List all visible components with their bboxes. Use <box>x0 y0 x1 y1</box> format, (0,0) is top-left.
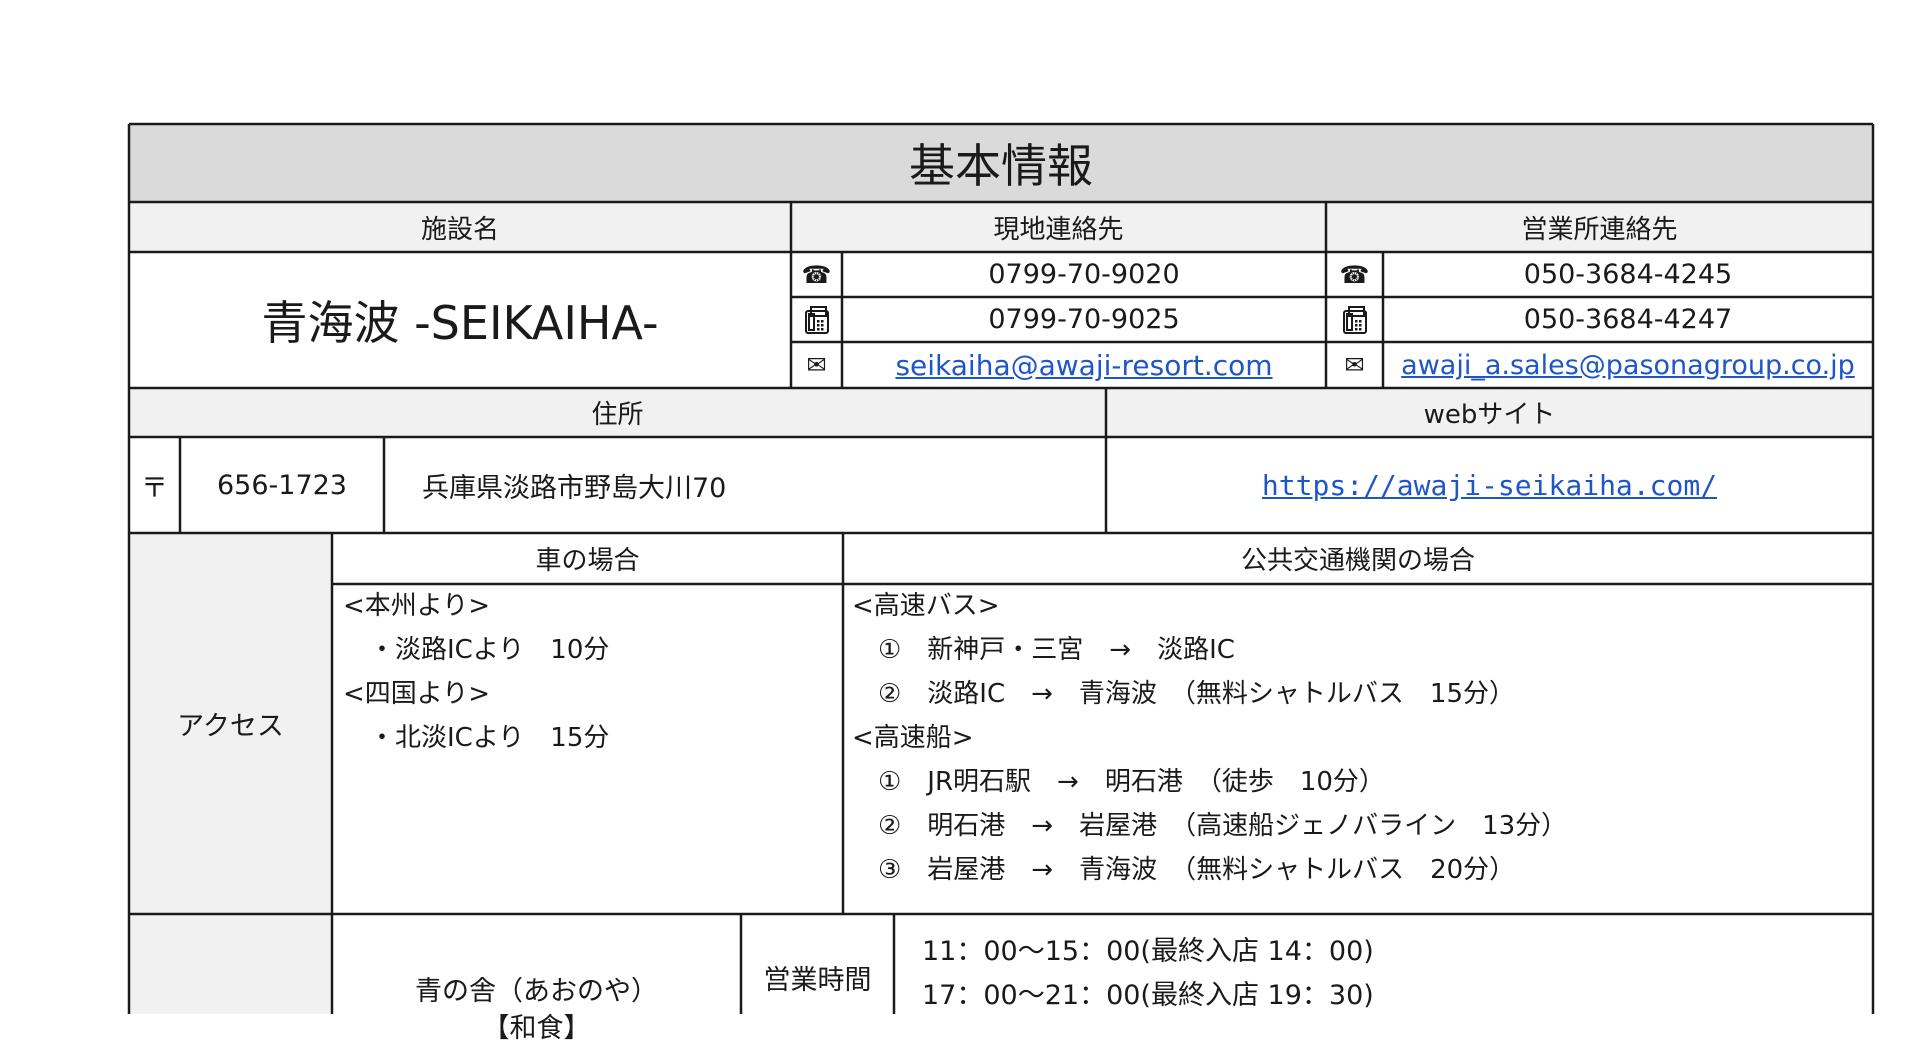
car-directions: <本州より> ・淡路ICより 10分 <四国より> ・北淡ICより 15分 <box>343 584 838 914</box>
hours-line: 17：00〜21：00(最終入店 19：30) <box>922 980 1374 1011</box>
restaurant-cuisine: 【和食】 <box>482 1012 591 1044</box>
local-email-link[interactable]: seikaiha@awaji-resort.com <box>895 349 1272 382</box>
sales-tel: 050-3684-4245 <box>1523 259 1733 290</box>
fax-icon <box>1326 297 1383 342</box>
business-hours-label: 営業時間 <box>763 964 872 996</box>
fax-icon-graphic <box>804 305 829 334</box>
facility-name: 青海波 -SEIKAIHA- <box>261 296 659 350</box>
fax-icon-graphic <box>1342 305 1367 334</box>
public-transport-directions: <高速バス> ① 新神戸・三宮 → 淡路IC ② 淡路IC → 青海波 （無料シ… <box>852 584 1868 914</box>
address-line: 兵庫県淡路市野島大川70 <box>422 472 727 504</box>
postal-code: 656-1723 <box>217 469 347 501</box>
transit-direction-line: ③ 岩屋港 → 青海波 （無料シャトルバス 20分） <box>852 855 1516 885</box>
local-tel: 0799-70-9020 <box>988 259 1180 290</box>
transit-direction-line: <高速バス> <box>852 591 1000 621</box>
by-car-header: 車の場合 <box>535 546 640 576</box>
mail-icon: ✉ <box>806 351 827 379</box>
transit-direction-line: ① JR明石駅 → 明石港 （徒歩 10分） <box>852 767 1385 797</box>
business-hours: 11：00〜15：00(最終入店 14：00) 17：00〜21：00(最終入店… <box>922 930 1862 1014</box>
website-link[interactable]: https://awaji-seikaiha.com/ <box>1262 469 1717 502</box>
address-header: 住所 <box>591 400 644 430</box>
phone-icon: ☎ <box>1339 260 1370 289</box>
local-email-cell: seikaiha@awaji-resort.com <box>842 342 1326 388</box>
fax-icon <box>791 297 842 342</box>
car-direction-line: <本州より> <box>343 591 491 621</box>
website-cell: https://awaji-seikaiha.com/ <box>1106 437 1873 533</box>
facility-name-header: 施設名 <box>420 214 499 245</box>
phone-icon: ☎ <box>801 260 832 289</box>
restaurant-name: 青の舎（あおのや） <box>415 975 658 1007</box>
by-public-transport-header: 公共交通機関の場合 <box>1240 546 1475 576</box>
transit-direction-line: ② 淡路IC → 青海波 （無料シャトルバス 15分） <box>852 679 1516 709</box>
restaurant-side-cell <box>129 914 332 1014</box>
sales-contact-header: 営業所連絡先 <box>1521 214 1678 245</box>
sales-fax: 050-3684-4247 <box>1523 304 1733 335</box>
transit-direction-line: ① 新神戸・三宮 → 淡路IC <box>852 635 1235 665</box>
postal-mark-icon: 〒 <box>141 472 168 504</box>
local-contact-header: 現地連絡先 <box>993 214 1124 245</box>
mail-icon: ✉ <box>1344 351 1365 379</box>
transit-direction-line: ② 明石港 → 岩屋港 （高速船ジェノバライン 13分） <box>852 811 1568 841</box>
website-header: webサイト <box>1423 400 1556 430</box>
sales-email-cell: awaji_a.sales@pasonagroup.co.jp <box>1383 342 1873 388</box>
local-fax: 0799-70-9025 <box>988 304 1180 335</box>
sales-email-link[interactable]: awaji_a.sales@pasonagroup.co.jp <box>1401 350 1855 381</box>
car-direction-line: ・北淡ICより 15分 <box>343 723 610 753</box>
access-label: アクセス <box>177 711 284 742</box>
hours-line: 11：00〜15：00(最終入店 14：00) <box>922 936 1374 967</box>
page-title: 基本情報 <box>909 139 1093 193</box>
car-direction-line: <四国より> <box>343 679 491 709</box>
transit-direction-line: <高速船> <box>852 723 974 753</box>
car-direction-line: ・淡路ICより 10分 <box>343 635 610 665</box>
